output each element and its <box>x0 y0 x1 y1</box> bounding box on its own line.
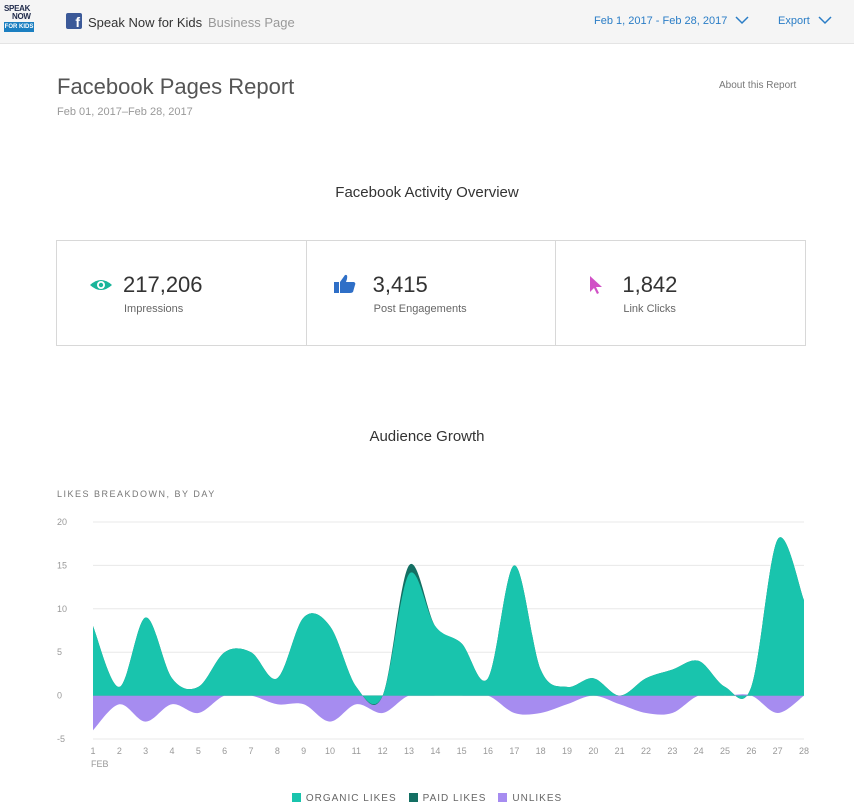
x-tick-label: 28 <box>799 746 809 756</box>
activity-stats-box: 217,206 Impressions 3,415 Post Engagemen… <box>56 240 806 346</box>
export-dropdown[interactable]: Export <box>778 15 810 27</box>
x-tick-label: 6 <box>222 746 227 756</box>
x-tick-label: 20 <box>588 746 598 756</box>
legend-label: UNLIKES <box>512 793 563 804</box>
x-tick-label: 13 <box>404 746 414 756</box>
y-tick-label: 0 <box>57 691 62 701</box>
legend-item[interactable]: PAID LIKES <box>408 793 487 804</box>
legend-swatch <box>291 793 301 802</box>
y-tick-label: 15 <box>57 560 67 570</box>
post-engagements-value: 3,415 <box>372 272 428 297</box>
x-tick-label: 24 <box>694 746 704 756</box>
x-tick-label: 4 <box>169 746 174 756</box>
legend-item[interactable]: ORGANIC LIKES <box>291 793 397 804</box>
likes-breakdown-label: LIKES BREAKDOWN, BY DAY <box>57 489 216 499</box>
link-clicks-value: 1,842 <box>622 272 678 297</box>
x-tick-label: 22 <box>641 746 651 756</box>
page-name[interactable]: Speak Now for Kids <box>88 15 202 30</box>
audience-growth-title: Audience Growth <box>369 428 485 445</box>
post-engagements-label: Post Engagements <box>373 303 467 315</box>
x-tick-label: 16 <box>483 746 493 756</box>
x-tick-label: 17 <box>509 746 519 756</box>
impressions-stat: 217,206 Impressions <box>57 241 307 345</box>
likes-breakdown-chart: -5051015201 2 3 4 5 6 7 8 9 10 11 12 13 14 15 16 17 18 19 2… <box>57 517 809 769</box>
x-tick-label: 26 <box>746 746 756 756</box>
x-tick-label: 10 <box>325 746 335 756</box>
x-tick-label: 7 <box>248 746 253 756</box>
facebook-icon: f <box>66 13 82 30</box>
x-tick-label: 1 <box>90 746 95 756</box>
chevron-down-icon[interactable] <box>735 13 749 27</box>
page-type: Business Page <box>208 15 295 30</box>
x-tick-label: 19 <box>562 746 572 756</box>
legend-swatch <box>408 793 418 802</box>
thumbs-up-icon <box>333 274 356 293</box>
y-tick-label: 20 <box>57 517 67 527</box>
chevron-down-icon[interactable] <box>818 13 832 27</box>
x-tick-label: 8 <box>275 746 280 756</box>
x-tick-label: 14 <box>430 746 440 756</box>
x-tick-label: 27 <box>773 746 783 756</box>
cursor-icon <box>590 276 603 294</box>
x-tick-label: 12 <box>378 746 388 756</box>
speak-now-logo[interactable]: SPEAK NOW FOR KIDS <box>4 4 40 38</box>
legend-label: ORGANIC LIKES <box>305 793 397 804</box>
date-range-dropdown[interactable]: Feb 1, 2017 - Feb 28, 2017 <box>594 15 727 27</box>
x-tick-label: 25 <box>720 746 730 756</box>
post-engagements-stat: 3,415 Post Engagements <box>307 241 557 345</box>
link-clicks-label: Link Clicks <box>623 303 676 315</box>
x-tick-label: 23 <box>667 746 677 756</box>
report-date-range: Feb 01, 2017–Feb 28, 2017 <box>57 106 193 118</box>
y-tick-label: -5 <box>57 734 65 744</box>
top-bar: SPEAK NOW FOR KIDS f Speak Now for Kids … <box>0 0 854 44</box>
y-tick-label: 10 <box>57 604 67 614</box>
legend-item[interactable]: UNLIKES <box>498 793 562 804</box>
x-tick-label: 9 <box>301 746 306 756</box>
logo-line-2: NOW <box>12 12 31 21</box>
eye-icon <box>90 280 112 290</box>
about-report-link[interactable]: About this Report <box>719 80 796 91</box>
impressions-label: Impressions <box>124 303 184 315</box>
logo-line-3: FOR KIDS <box>4 22 34 32</box>
report-title: Facebook Pages Report <box>57 74 295 99</box>
link-clicks-stat: 1,842 Link Clicks <box>556 241 805 345</box>
x-tick-label: 5 <box>196 746 201 756</box>
x-tick-label: 11 <box>352 746 361 756</box>
x-month-label: FEB <box>91 759 109 769</box>
x-tick-label: 21 <box>615 746 625 756</box>
chart-legend: ORGANIC LIKES PAID LIKES UNLIKES <box>0 793 854 804</box>
activity-overview-title: Facebook Activity Overview <box>335 184 519 201</box>
y-tick-label: 5 <box>57 647 62 657</box>
organic-likes-area <box>93 537 804 705</box>
unlikes-area <box>93 693 804 731</box>
x-tick-label: 18 <box>536 746 546 756</box>
impressions-value: 217,206 <box>123 272 203 297</box>
legend-swatch <box>498 793 508 802</box>
x-tick-label: 2 <box>117 746 122 756</box>
legend-label: PAID LIKES <box>422 793 487 804</box>
x-tick-label: 3 <box>143 746 148 756</box>
x-tick-label: 15 <box>457 746 467 756</box>
